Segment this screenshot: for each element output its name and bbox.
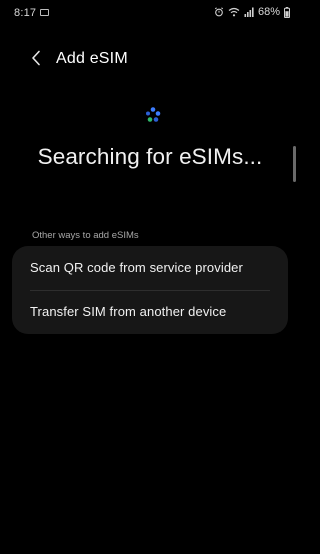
signal-icon <box>244 7 254 17</box>
chevron-left-icon <box>31 50 41 71</box>
screenshot-icon <box>40 9 49 16</box>
searching-status-text: Searching for eSIMs... <box>37 144 263 169</box>
status-icons: 68% <box>214 5 290 19</box>
section-label: Other ways to add eSIMs <box>32 230 139 241</box>
back-button[interactable] <box>22 46 50 74</box>
battery-level: 68% <box>257 6 280 18</box>
wifi-icon <box>228 7 240 17</box>
alarm-icon <box>214 7 224 17</box>
app-header: Add eSIM <box>0 40 300 80</box>
other-ways-card: Scan QR code from service provider Trans… <box>12 246 288 334</box>
scan-qr-code-option[interactable]: Scan QR code from service provider <box>12 246 288 290</box>
option-label: Scan QR code from service provider <box>30 260 243 275</box>
page-title: Add eSIM <box>56 50 128 67</box>
transfer-sim-option[interactable]: Transfer SIM from another device <box>12 290 288 334</box>
status-time: 8:17 <box>14 7 37 19</box>
scroll-indicator[interactable] <box>293 146 296 182</box>
status-bar: 8:17 68% <box>0 0 300 26</box>
loading-spinner-icon <box>143 105 163 125</box>
option-label: Transfer SIM from another device <box>30 304 227 319</box>
battery-icon <box>284 6 290 18</box>
